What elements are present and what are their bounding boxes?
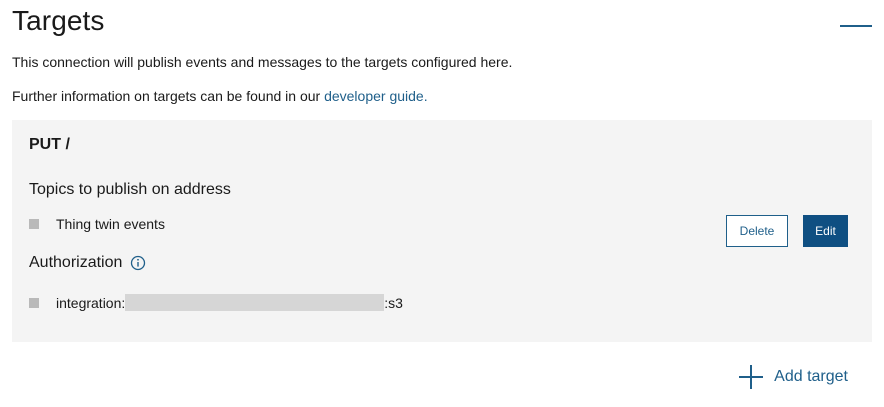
delete-button[interactable]: Delete [726, 215, 788, 247]
intro-guide-text: Further information on targets can be fo… [12, 87, 428, 105]
target-card: PUT / Topics to publish on address Thing… [12, 120, 872, 342]
authorization-prefix: integration: [56, 294, 126, 311]
topic-label: Thing twin events [56, 216, 165, 232]
topic-list-item: Thing twin events [29, 216, 165, 232]
collapse-line [840, 25, 872, 27]
authorization-list-item: integration: :s3 [29, 294, 403, 311]
developer-guide-link[interactable]: developer guide. [324, 88, 428, 104]
plus-icon [738, 364, 764, 390]
add-target-button[interactable]: Add target [738, 364, 848, 390]
topics-heading: Topics to publish on address [29, 181, 231, 199]
authorization-heading-label: Authorization [29, 254, 123, 271]
authorization-suffix: :s3 [384, 294, 403, 311]
authorization-heading: Authorization [29, 254, 146, 272]
bullet-icon [29, 219, 39, 229]
intro-text: This connection will publish events and … [12, 54, 513, 70]
bullet-icon [29, 297, 39, 308]
intro-guide-prefix: Further information on targets can be fo… [12, 88, 325, 104]
collapse-icon[interactable] [840, 20, 872, 32]
add-target-label: Add target [774, 368, 848, 385]
info-icon[interactable] [130, 255, 146, 271]
topics-heading-label: Topics to publish on address [29, 181, 231, 198]
page-title: Targets [12, 5, 105, 36]
target-title: PUT / [29, 136, 70, 153]
redacted-value [125, 294, 385, 311]
edit-button[interactable]: Edit [803, 215, 848, 247]
